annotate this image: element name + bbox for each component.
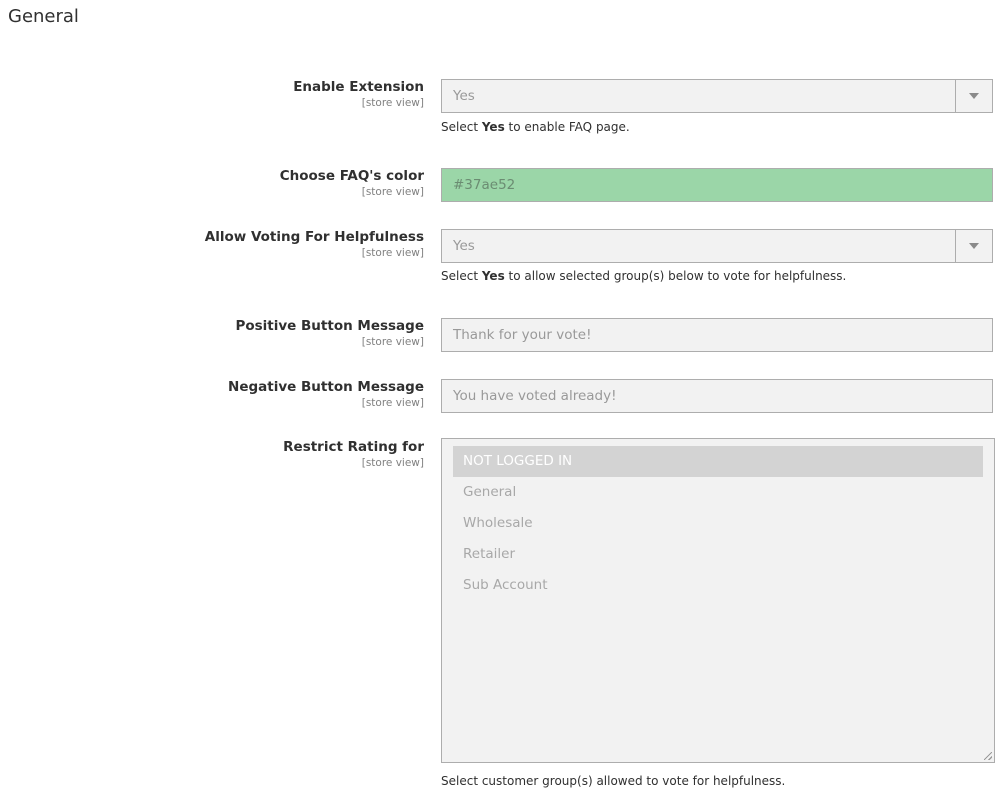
faq-color-input[interactable]: #37ae52 bbox=[441, 168, 993, 202]
enable-extension-select[interactable]: Yes bbox=[441, 79, 993, 113]
negative-message-value: You have voted already! bbox=[453, 388, 617, 404]
positive-message-scope: [store view] bbox=[361, 336, 424, 348]
enable-extension-label-block: Enable Extension [store view] bbox=[124, 78, 424, 110]
enable-extension-label: Enable Extension bbox=[293, 79, 424, 95]
restrict-rating-note: Select customer group(s) allowed to vote… bbox=[441, 774, 786, 788]
restrict-rating-label: Restrict Rating for bbox=[283, 439, 424, 455]
allow-voting-label-block: Allow Voting For Helpfulness [store view… bbox=[124, 228, 424, 260]
restrict-rating-scope: [store view] bbox=[361, 457, 424, 469]
enable-extension-dropdown-toggle[interactable] bbox=[955, 80, 992, 112]
multiselect-option[interactable]: Wholesale bbox=[453, 508, 983, 539]
enable-extension-note-prefix: Select bbox=[441, 120, 482, 134]
allow-voting-note-prefix: Select bbox=[441, 269, 482, 283]
allow-voting-note: Select Yes to allow selected group(s) be… bbox=[441, 269, 846, 283]
allow-voting-note-bold: Yes bbox=[481, 269, 505, 283]
positive-message-label: Positive Button Message bbox=[235, 318, 424, 334]
restrict-rating-multiselect[interactable]: NOT LOGGED IN General Wholesale Retailer… bbox=[441, 438, 995, 763]
positive-message-label-block: Positive Button Message [store view] bbox=[124, 317, 424, 349]
restrict-rating-label-block: Restrict Rating for [store view] bbox=[124, 438, 424, 470]
negative-message-label: Negative Button Message bbox=[228, 379, 424, 395]
multiselect-option[interactable]: General bbox=[453, 477, 983, 508]
config-section-general: General Enable Extension [store view] Ye… bbox=[0, 0, 1007, 801]
resize-grip-icon[interactable] bbox=[984, 752, 992, 760]
multiselect-option[interactable]: Retailer bbox=[453, 539, 983, 570]
negative-message-scope: [store view] bbox=[361, 397, 424, 409]
faq-color-scope: [store view] bbox=[361, 186, 424, 198]
allow-voting-dropdown-toggle[interactable] bbox=[955, 230, 992, 262]
enable-extension-note-bold: Yes bbox=[481, 120, 505, 134]
negative-message-label-block: Negative Button Message [store view] bbox=[124, 378, 424, 410]
allow-voting-note-suffix: to allow selected group(s) below to vote… bbox=[504, 269, 847, 283]
enable-extension-note: Select Yes to enable FAQ page. bbox=[441, 120, 630, 134]
enable-extension-scope: [store view] bbox=[361, 97, 424, 109]
allow-voting-value: Yes bbox=[453, 238, 475, 254]
faq-color-label-block: Choose FAQ's color [store view] bbox=[124, 167, 424, 199]
chevron-down-icon bbox=[969, 243, 979, 249]
chevron-down-icon bbox=[969, 93, 979, 99]
positive-message-value: Thank for your vote! bbox=[453, 327, 592, 343]
enable-extension-value: Yes bbox=[453, 88, 475, 104]
multiselect-option[interactable]: NOT LOGGED IN bbox=[453, 446, 983, 477]
enable-extension-note-suffix: to enable FAQ page. bbox=[504, 120, 630, 134]
allow-voting-select[interactable]: Yes bbox=[441, 229, 993, 263]
faq-color-value: #37ae52 bbox=[453, 177, 516, 193]
allow-voting-scope: [store view] bbox=[361, 247, 424, 259]
multiselect-option[interactable]: Sub Account bbox=[453, 570, 983, 601]
section-title: General bbox=[8, 6, 79, 27]
allow-voting-label: Allow Voting For Helpfulness bbox=[204, 229, 424, 245]
negative-message-input[interactable]: You have voted already! bbox=[441, 379, 993, 413]
positive-message-input[interactable]: Thank for your vote! bbox=[441, 318, 993, 352]
faq-color-label: Choose FAQ's color bbox=[279, 168, 424, 184]
